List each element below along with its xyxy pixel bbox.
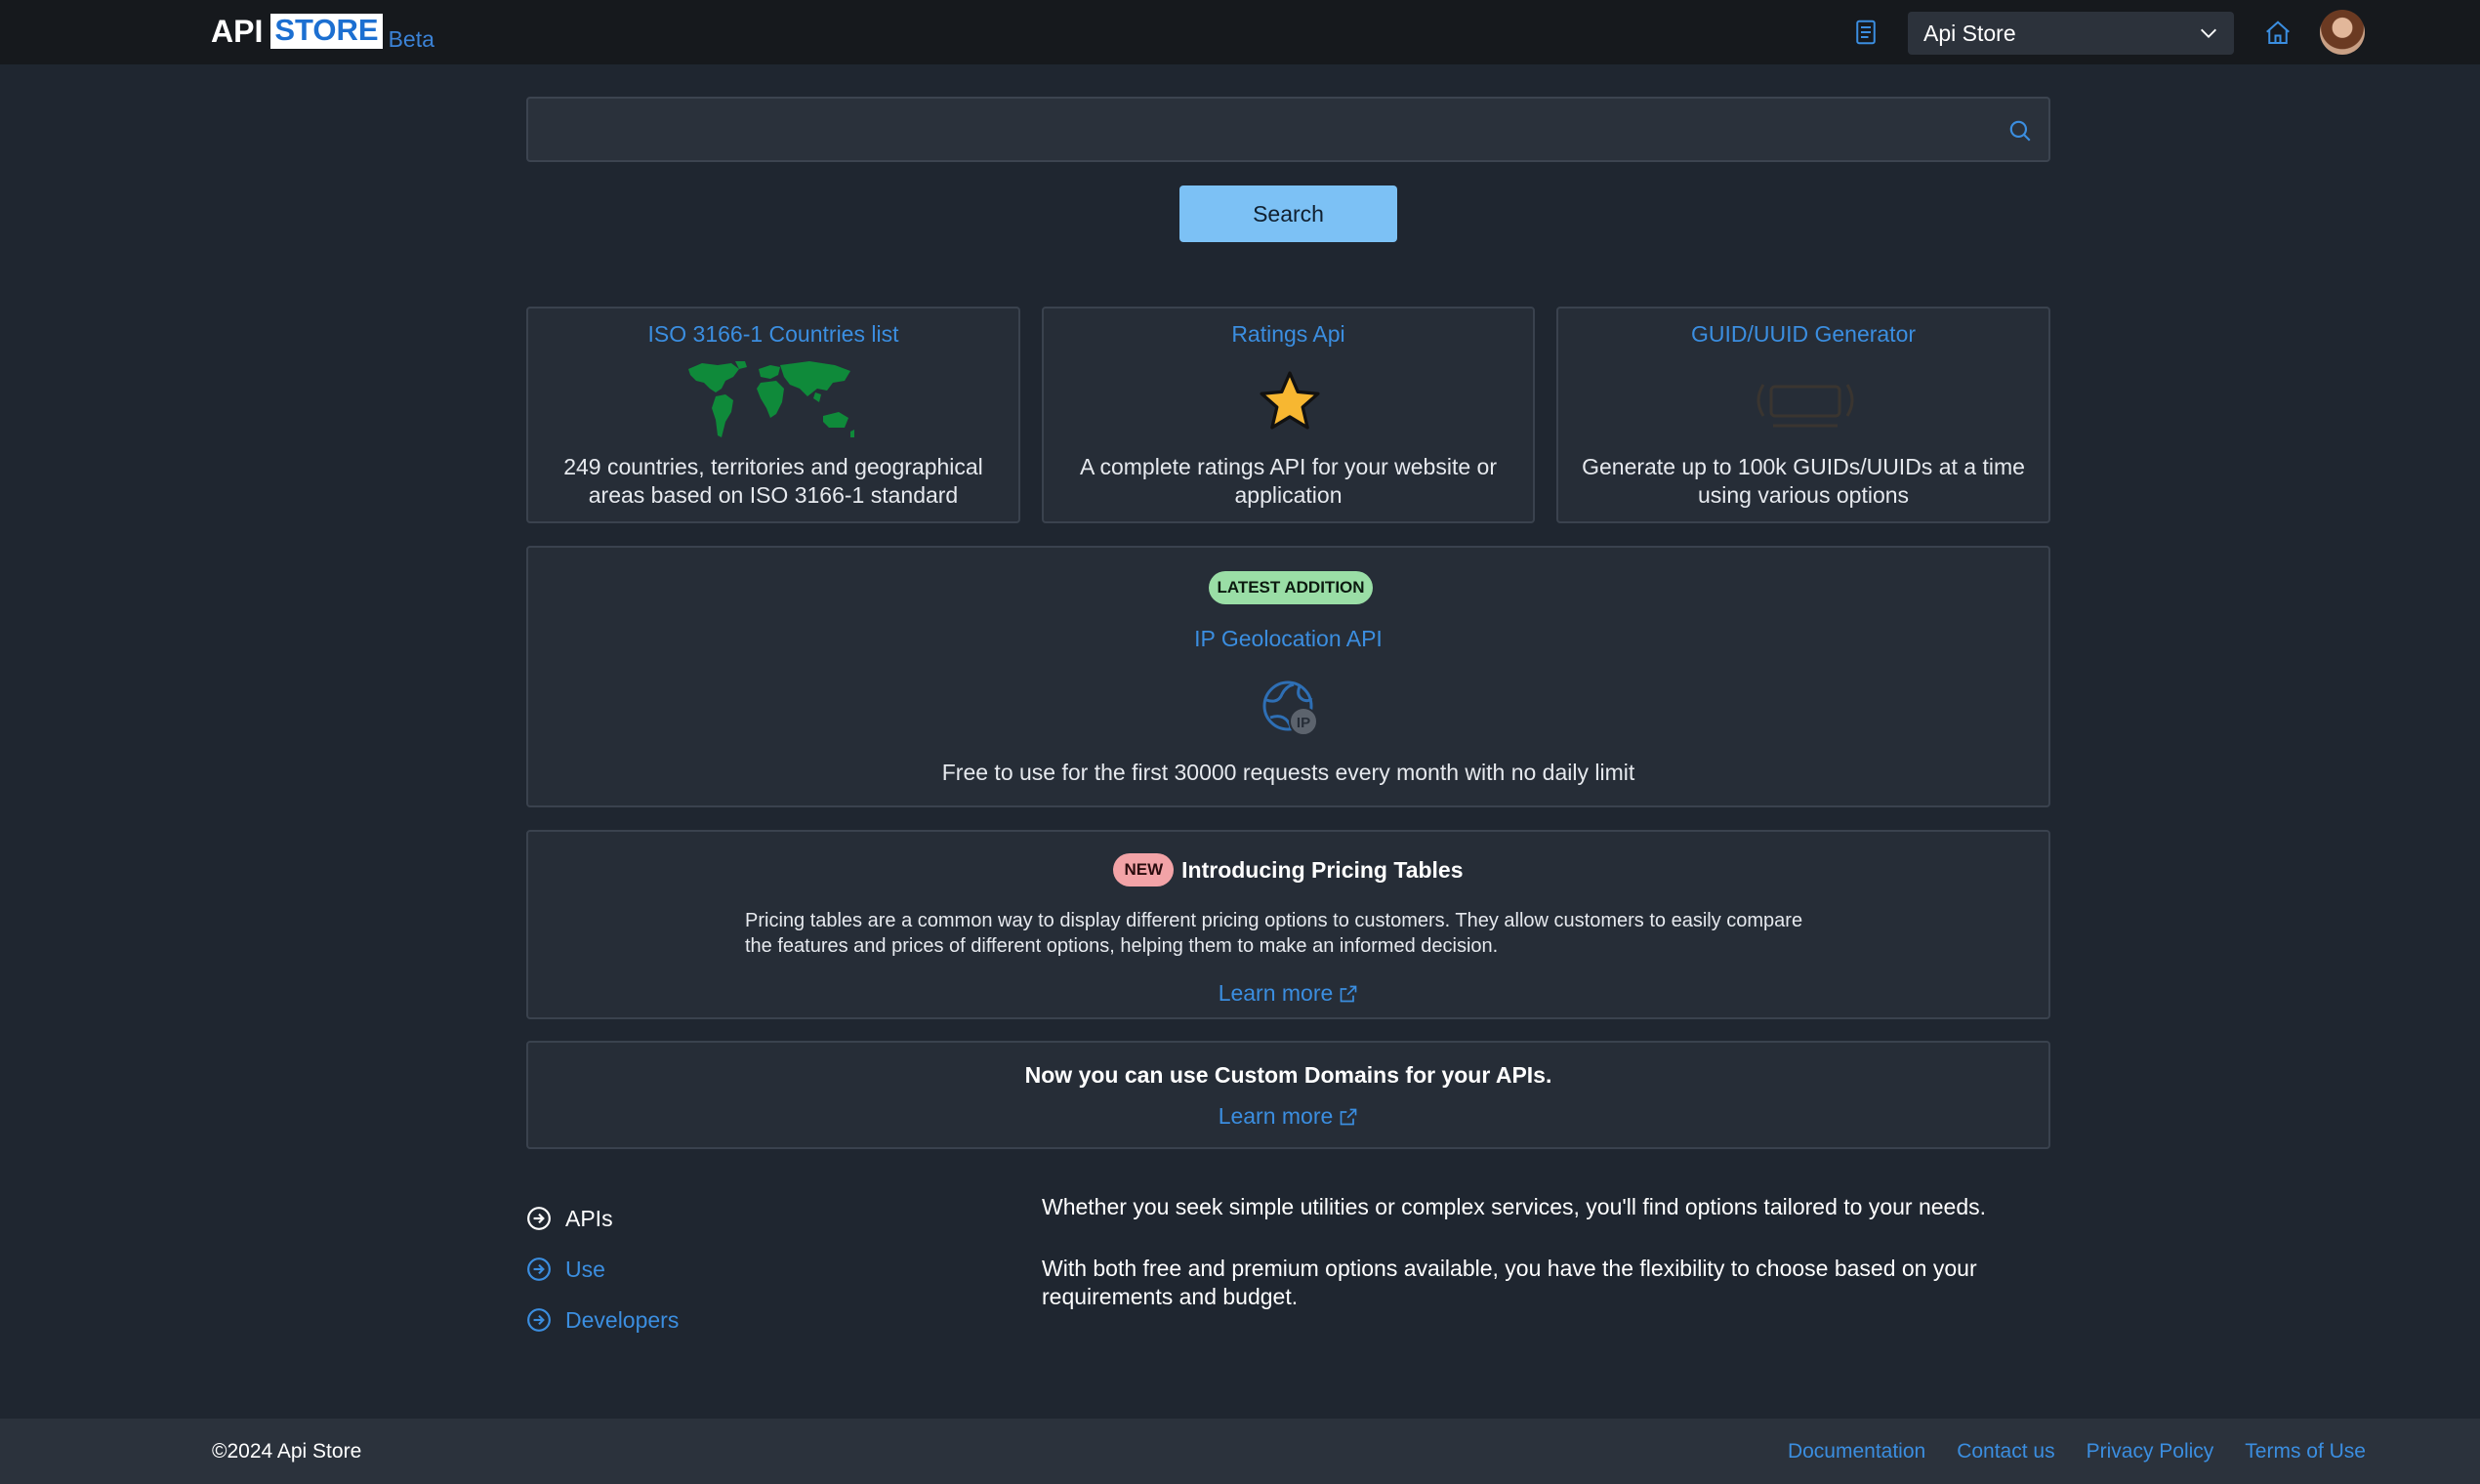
new-badge: NEW xyxy=(1113,853,1175,886)
card-title[interactable]: ISO 3166-1 Countries list xyxy=(528,321,1018,348)
top-bar: API STORE Beta Api Store xyxy=(0,0,2480,64)
nav-item-label: Use xyxy=(565,1256,605,1282)
latest-addition-badge: LATEST ADDITION xyxy=(1209,571,1373,604)
logo-api-text: API xyxy=(211,14,264,49)
star-icon xyxy=(1260,371,1320,430)
home-icon[interactable] xyxy=(2263,19,2293,48)
latest-addition-description: Free to use for the first 30000 requests… xyxy=(941,760,1635,785)
search-button[interactable]: Search xyxy=(1179,186,1397,242)
external-link-icon xyxy=(1340,985,1357,1002)
card-uuid[interactable]: GUID/UUID Generator Generate up to 100k … xyxy=(1556,307,2050,523)
footer-link-contact[interactable]: Contact us xyxy=(1957,1440,2054,1463)
external-link-icon xyxy=(1340,1108,1357,1125)
custom-domains-title: Now you can use Custom Domains for your … xyxy=(1024,1062,1552,1088)
card-description: Generate up to 100k GUIDs/UUIDs at a tim… xyxy=(1582,454,2025,508)
arrow-right-circle-icon xyxy=(527,1257,551,1281)
nav-item-label: APIs xyxy=(565,1205,613,1231)
card-title[interactable]: Ratings Api xyxy=(1044,321,1533,348)
arrow-right-circle-icon xyxy=(527,1308,551,1332)
footer: ©2024 Api Store Documentation Contact us… xyxy=(0,1419,2480,1484)
document-icon[interactable] xyxy=(1851,18,1881,47)
section-info: Whether you seek simple utilities or com… xyxy=(1042,1193,2057,1344)
card-description: 249 countries, territories and geographi… xyxy=(563,454,983,508)
nav-item-use[interactable]: Use xyxy=(526,1244,679,1295)
search-box xyxy=(526,97,2050,162)
info-paragraph: With both free and premium options avail… xyxy=(1042,1256,1977,1309)
card-description: A complete ratings API for your website … xyxy=(1080,454,1497,508)
logo[interactable]: API STORE Beta xyxy=(211,14,434,53)
arrow-right-circle-icon xyxy=(527,1207,551,1230)
pricing-tables-title: Introducing Pricing Tables xyxy=(1181,856,1464,883)
section-nav: APIs Use Developers xyxy=(526,1193,679,1345)
copyright: ©2024 Api Store xyxy=(212,1440,362,1463)
avatar[interactable] xyxy=(2320,10,2365,55)
pricing-tables-description: Pricing tables are a common way to displ… xyxy=(745,910,1803,957)
logo-store-text: STORE xyxy=(270,14,383,49)
custom-domains-card: Now you can use Custom Domains for your … xyxy=(526,1041,2050,1149)
store-select-value: Api Store xyxy=(1923,20,2016,46)
learn-more-text: Learn more xyxy=(1218,1103,1334,1129)
ip-globe-icon: IP xyxy=(1262,680,1318,736)
card-ratings[interactable]: Ratings Api A complete ratings API for y… xyxy=(1042,307,1535,523)
latest-addition-card[interactable]: LATEST ADDITION IP Geolocation API IP Fr… xyxy=(526,546,2050,807)
svg-text:IP: IP xyxy=(1297,715,1310,731)
footer-link-documentation[interactable]: Documentation xyxy=(1788,1440,1925,1463)
latest-addition-title[interactable]: IP Geolocation API xyxy=(528,626,2048,652)
logo-beta-text: Beta xyxy=(388,26,434,52)
card-countries[interactable]: ISO 3166-1 Countries list 249 countries,… xyxy=(526,307,1020,523)
learn-more-text: Learn more xyxy=(1218,980,1334,1006)
pricing-learn-more-link[interactable]: Learn more xyxy=(528,980,2048,1007)
uuid-icon xyxy=(1757,384,1854,428)
info-paragraph: Whether you seek simple utilities or com… xyxy=(1042,1194,1987,1219)
search-input[interactable] xyxy=(528,99,2048,160)
footer-link-privacy[interactable]: Privacy Policy xyxy=(2087,1440,2214,1463)
chevron-down-icon xyxy=(2201,28,2216,38)
nav-item-label: Developers xyxy=(565,1306,680,1333)
search-icon[interactable] xyxy=(2007,118,2033,144)
nav-item-apis[interactable]: APIs xyxy=(526,1193,679,1244)
footer-links: Documentation Contact us Privacy Policy … xyxy=(1788,1440,2366,1463)
card-title[interactable]: GUID/UUID Generator xyxy=(1558,321,2048,348)
store-select[interactable]: Api Store xyxy=(1908,12,2234,55)
pricing-tables-card: NEW Introducing Pricing Tables Pricing t… xyxy=(526,830,2050,1019)
custom-domains-learn-more-link[interactable]: Learn more xyxy=(528,1103,2048,1130)
footer-link-terms[interactable]: Terms of Use xyxy=(2245,1440,2366,1463)
nav-item-developers[interactable]: Developers xyxy=(526,1295,679,1345)
pricing-tables-heading: NEW Introducing Pricing Tables xyxy=(528,853,2048,886)
world-map-icon xyxy=(688,361,854,437)
